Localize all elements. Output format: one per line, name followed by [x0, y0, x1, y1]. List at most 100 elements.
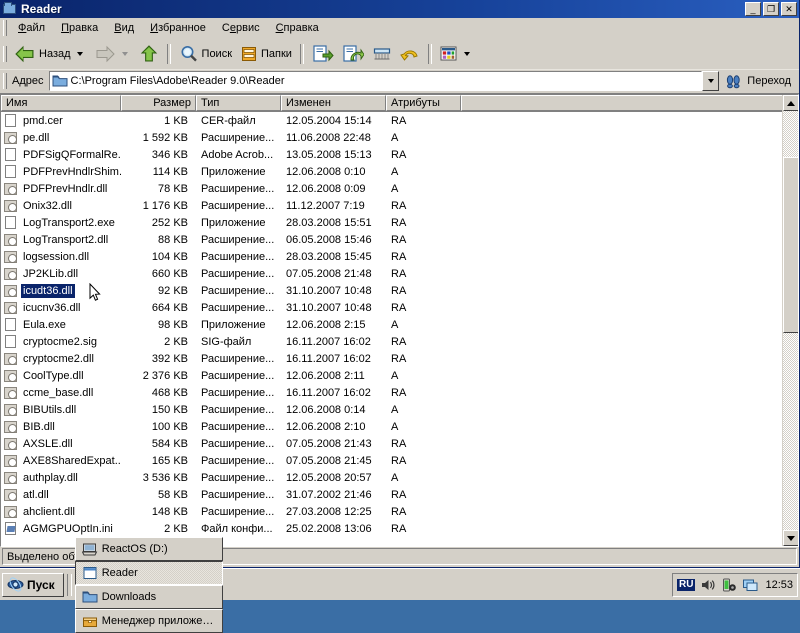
- copy-to-button[interactable]: [338, 41, 368, 67]
- file-name-cell[interactable]: cryptocme2.dll: [1, 351, 121, 367]
- file-name-cell[interactable]: cryptocme2.sig: [1, 334, 121, 350]
- table-row[interactable]: LogTransport2.exe 252 KB Приложение 28.03.2…: [1, 214, 798, 231]
- file-name-cell[interactable]: icudt36.dll: [1, 283, 121, 299]
- menu-file[interactable]: Файл: [10, 20, 53, 36]
- table-row[interactable]: PDFPrevHndlr.dll 78 KB Расширение... 12.06.…: [1, 180, 798, 197]
- scroll-down-button[interactable]: [783, 530, 798, 546]
- file-name-cell[interactable]: PDFSigQFormalRe...: [1, 147, 121, 163]
- menu-help[interactable]: Справка: [268, 20, 327, 36]
- table-row[interactable]: Onix32.dll 1 176 KB Расширение... 11.12.200…: [1, 197, 798, 214]
- language-indicator[interactable]: RU: [677, 578, 696, 591]
- address-dropdown-button[interactable]: [702, 70, 720, 91]
- file-name-cell[interactable]: ahclient.dll: [1, 504, 121, 520]
- table-row[interactable]: CoolType.dll 2 376 KB Расширение... 12.06.2…: [1, 367, 798, 384]
- toolbar-grip[interactable]: [3, 45, 7, 62]
- menu-tools[interactable]: Сервис: [214, 20, 268, 36]
- address-input[interactable]: C:\Program Files\Adobe\Reader 9.0\Reader: [48, 70, 703, 91]
- back-dropdown-icon[interactable]: [76, 51, 83, 56]
- views-button[interactable]: [436, 41, 477, 67]
- network-status-icon[interactable]: [721, 577, 737, 593]
- table-row[interactable]: Eula.exe 98 KB Приложение 12.06.2008 2:15 A: [1, 316, 798, 333]
- file-name-cell[interactable]: AXE8SharedExpat...: [1, 453, 121, 469]
- file-name-cell[interactable]: BIB.dll: [1, 419, 121, 435]
- table-row[interactable]: authplay.dll 3 536 KB Расширение... 12.05.2…: [1, 469, 798, 486]
- column-attributes[interactable]: Атрибуты: [386, 95, 461, 111]
- file-name-cell[interactable]: atl.dll: [1, 487, 121, 503]
- addressbar-grip[interactable]: [3, 72, 7, 89]
- file-name-cell[interactable]: BIBUtils.dll: [1, 402, 121, 418]
- delete-button[interactable]: [368, 41, 396, 67]
- move-to-button[interactable]: [308, 41, 338, 67]
- file-name-cell[interactable]: LogTransport2.exe: [1, 215, 121, 231]
- table-row[interactable]: atl.dll 58 KB Расширение... 31.07.2002 21:4…: [1, 486, 798, 503]
- forward-button[interactable]: [90, 41, 135, 67]
- views-dropdown-icon[interactable]: [463, 51, 470, 56]
- table-row[interactable]: icudt36.dll 92 KB Расширение... 31.10.2007 …: [1, 282, 798, 299]
- column-type[interactable]: Тип: [196, 95, 281, 111]
- file-name-cell[interactable]: CoolType.dll: [1, 368, 121, 384]
- table-row[interactable]: pe.dll 1 592 KB Расширение... 11.06.2008 22…: [1, 129, 798, 146]
- table-row[interactable]: AGMGPUOptIn.ini 2 KB Файл конфи... 25.02.20…: [1, 520, 798, 537]
- table-row[interactable]: ahclient.dll 148 KB Расширение... 27.03.200…: [1, 503, 798, 520]
- table-row[interactable]: icucnv36.dll 664 KB Расширение... 31.10.200…: [1, 299, 798, 316]
- file-name-cell[interactable]: PDFPrevHndlr.dll: [1, 181, 121, 197]
- search-button[interactable]: Поиск: [175, 41, 236, 67]
- start-button[interactable]: Пуск: [2, 572, 64, 597]
- file-name-cell[interactable]: Eula.exe: [1, 317, 121, 333]
- file-name-cell[interactable]: Onix32.dll: [1, 198, 121, 214]
- close-button[interactable]: ✕: [781, 2, 797, 16]
- column-filler[interactable]: [461, 95, 798, 111]
- scroll-up-button[interactable]: [783, 95, 798, 111]
- clock[interactable]: 12:53: [763, 579, 793, 591]
- menu-view[interactable]: Вид: [106, 20, 142, 36]
- forward-dropdown-icon[interactable]: [121, 51, 128, 56]
- file-name-cell[interactable]: LogTransport2.dll: [1, 232, 121, 248]
- taskbar-item-reader[interactable]: Reader: [74, 560, 223, 585]
- table-row[interactable]: ccme_base.dll 468 KB Расширение... 16.11.20…: [1, 384, 798, 401]
- vertical-scrollbar[interactable]: [782, 95, 798, 546]
- scrollbar-thumb[interactable]: [783, 157, 798, 334]
- table-row[interactable]: BIB.dll 100 KB Расширение... 12.06.2008 2:1…: [1, 418, 798, 435]
- file-name-cell[interactable]: ccme_base.dll: [1, 385, 121, 401]
- file-name-cell[interactable]: JP2KLib.dll: [1, 266, 121, 282]
- table-row[interactable]: AXSLE.dll 584 KB Расширение... 07.05.2008 2…: [1, 435, 798, 452]
- taskbar-item-downloads[interactable]: Downloads: [74, 584, 223, 609]
- column-size[interactable]: Размер: [121, 95, 196, 111]
- taskbar-item-appmanager[interactable]: Менеджер приложен...: [74, 608, 223, 633]
- taskbar-item-reactos[interactable]: ReactOS (D:): [74, 536, 223, 561]
- minimize-button[interactable]: _: [745, 2, 761, 16]
- table-row[interactable]: BIBUtils.dll 150 KB Расширение... 12.06.200…: [1, 401, 798, 418]
- file-name-cell[interactable]: PDFPrevHndlrShim...: [1, 164, 121, 180]
- table-row[interactable]: pmd.cer 1 KB CER-файл 12.05.2004 15:14 RA: [1, 112, 798, 129]
- file-name-cell[interactable]: AXSLE.dll: [1, 436, 121, 452]
- menu-edit[interactable]: Правка: [53, 20, 106, 36]
- table-row[interactable]: JP2KLib.dll 660 KB Расширение... 07.05.2008…: [1, 265, 798, 282]
- go-button[interactable]: Переход: [719, 70, 797, 92]
- file-name-cell[interactable]: pmd.cer: [1, 113, 121, 129]
- file-name-cell[interactable]: pe.dll: [1, 130, 121, 146]
- table-row[interactable]: PDFPrevHndlrShim... 114 KB Приложение 12.06…: [1, 163, 798, 180]
- undo-button[interactable]: [396, 41, 424, 67]
- table-row[interactable]: LogTransport2.dll 88 KB Расширение... 06.05…: [1, 231, 798, 248]
- column-modified[interactable]: Изменен: [281, 95, 386, 111]
- file-name-cell[interactable]: logsession.dll: [1, 249, 121, 265]
- table-row[interactable]: cryptocme2.dll 392 KB Расширение... 16.11.2…: [1, 350, 798, 367]
- up-button[interactable]: [135, 41, 163, 67]
- display-icon[interactable]: [742, 577, 758, 593]
- volume-icon[interactable]: [700, 577, 716, 593]
- table-row[interactable]: cryptocme2.sig 2 KB SIG-файл 16.11.2007 16:…: [1, 333, 798, 350]
- folder-icon[interactable]: [2, 1, 18, 17]
- maximize-button[interactable]: ❐: [763, 2, 779, 16]
- menubar-grip[interactable]: [3, 19, 7, 36]
- table-row[interactable]: AXE8SharedExpat... 165 KB Расширение... 07.…: [1, 452, 798, 469]
- file-name-cell[interactable]: authplay.dll: [1, 470, 121, 486]
- back-button[interactable]: Назад: [10, 41, 90, 67]
- folders-button[interactable]: Папки: [236, 41, 296, 67]
- title-bar[interactable]: Reader _ ❐ ✕: [0, 0, 799, 18]
- file-name-cell[interactable]: icucnv36.dll: [1, 300, 121, 316]
- file-list[interactable]: Имя Размер Тип Изменен Атрибуты pmd.cer 1 KB C…: [0, 94, 799, 547]
- file-name-cell[interactable]: AGMGPUOptIn.ini: [1, 521, 121, 537]
- menu-favorites[interactable]: Избранное: [142, 20, 214, 36]
- column-name[interactable]: Имя: [1, 95, 121, 111]
- table-row[interactable]: logsession.dll 104 KB Расширение... 28.03.2…: [1, 248, 798, 265]
